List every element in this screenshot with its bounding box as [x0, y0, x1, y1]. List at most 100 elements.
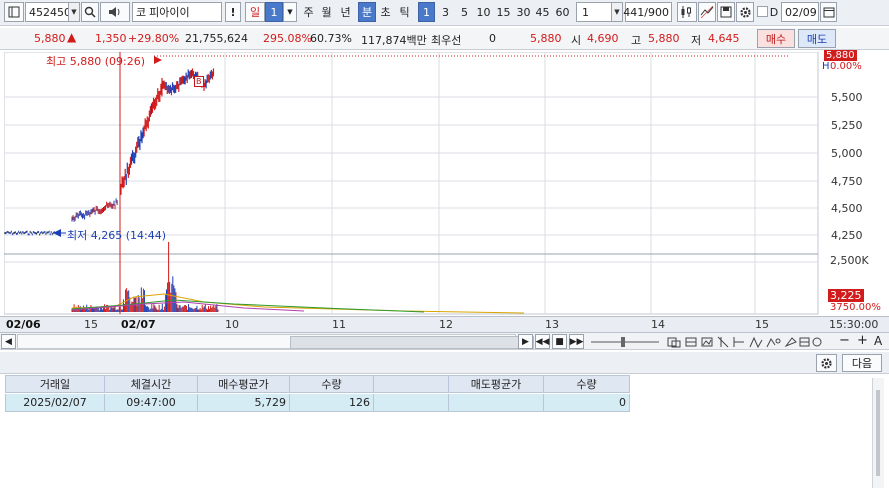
price-tick-5500: 5,500: [831, 91, 863, 104]
chart-scroll-thumb[interactable]: [290, 336, 534, 349]
date-input[interactable]: 02/09: [781, 2, 819, 22]
best-price: 5,880: [530, 32, 562, 45]
date-axis: 02/06 15 02/07 10 11 12 13 14 15 15:30:0…: [0, 316, 889, 333]
zoom-in-icon[interactable]: +: [857, 333, 868, 348]
interval-1-button[interactable]: 1: [418, 2, 435, 22]
sell-button[interactable]: 매도: [798, 29, 836, 48]
volume-tick: 2,500K: [830, 254, 869, 267]
gear-icon[interactable]: [736, 2, 754, 22]
date-label-11: 11: [332, 318, 346, 331]
cell-sell-avg: [449, 394, 544, 412]
interval-45-button[interactable]: 45: [533, 2, 552, 22]
header-exec-time: 체결시간: [105, 375, 198, 393]
interval-60-button[interactable]: 60: [553, 2, 572, 22]
next-button[interactable]: 다음: [842, 354, 882, 372]
chart-scroll-row: ◀ ▶ ◀◀ ■ ▶▶ − + A: [0, 333, 889, 350]
open-value: 4,690: [587, 32, 619, 45]
table-scrollbar[interactable]: [872, 378, 884, 488]
custom-interval-value: 1: [582, 5, 589, 19]
date-label-15b: 15: [755, 318, 769, 331]
date-label-10: 10: [225, 318, 239, 331]
interval-10-button[interactable]: 10: [474, 2, 493, 22]
header-empty: [374, 375, 449, 393]
cell-exec-time: 09:47:00: [105, 394, 198, 412]
high-annotation: 최고 5,880 (09:26): [46, 55, 146, 68]
price-tick-5250: 5,250: [831, 119, 863, 132]
gear-icon[interactable]: [816, 354, 837, 372]
date-label-0206: 02/06: [6, 318, 41, 331]
cell-buy-qty: 126: [290, 394, 374, 412]
chevron-down-icon[interactable]: ▼: [611, 3, 622, 21]
open-label: 시: [571, 34, 582, 47]
period-second-button[interactable]: 초: [377, 2, 394, 22]
turnover-rate: 60.73%: [310, 32, 352, 45]
market-badge: 코: [136, 6, 147, 19]
scroll-left-icon[interactable]: ◀: [1, 334, 16, 349]
fast-forward-icon[interactable]: ▶▶: [569, 334, 584, 349]
date-label-14: 14: [651, 318, 665, 331]
trade-amount: 117,874백만: [361, 34, 427, 47]
stop-icon[interactable]: ■: [552, 334, 567, 349]
volume-rate-tag: 3750.00%: [830, 302, 881, 313]
stock-name: 피아이이: [149, 6, 190, 19]
cell-trade-date: 2025/02/07: [5, 394, 105, 412]
d-checkbox-label: D: [769, 5, 779, 19]
scroll-right-icon[interactable]: ▶: [518, 334, 533, 349]
chart-scrollbar[interactable]: [17, 334, 534, 349]
interval-15-button[interactable]: 15: [494, 2, 513, 22]
volume-box: 3,225: [828, 289, 864, 302]
layout-icon[interactable]: [4, 2, 24, 22]
chart-type-icon[interactable]: [698, 2, 716, 22]
drawing-tools-icon[interactable]: [666, 335, 824, 349]
chevron-down-icon[interactable]: ▼: [283, 2, 297, 22]
chart-toolbar: 452450 ▼ 코 피아이이 ! 일 1 ▼ 주 월 년 분 초 틱 1 3 …: [0, 0, 889, 26]
period-tick-button[interactable]: 틱: [396, 2, 413, 22]
header-sell-qty: 수량: [544, 375, 630, 393]
priority-value: 0: [489, 32, 496, 45]
period-month-button[interactable]: 월: [318, 2, 335, 22]
rate-tag: 0.00%: [830, 61, 862, 72]
interval-5-button[interactable]: 5: [456, 2, 473, 22]
low-label: 저: [691, 34, 702, 47]
bar-count-field[interactable]: 441/900: [623, 2, 672, 22]
text-tool-icon[interactable]: A: [874, 334, 882, 348]
stock-code-input[interactable]: 452450 ▼: [25, 2, 80, 22]
speaker-icon[interactable]: [100, 2, 130, 22]
header-sell-avg: 매도평균가: [449, 375, 544, 393]
date-label-12: 12: [439, 318, 453, 331]
high-label: 고: [631, 34, 642, 47]
period-day-button[interactable]: 일: [245, 2, 265, 22]
arrow-up-icon: ▲: [67, 30, 77, 44]
current-price-box: 5,880: [824, 50, 857, 61]
speed-slider[interactable]: [589, 335, 661, 349]
bar-count-total: /900: [644, 5, 669, 19]
date-label-time: 15:30:00: [829, 318, 879, 331]
header-trade-date: 거래일: [5, 375, 105, 393]
period-week-button[interactable]: 주: [300, 2, 317, 22]
period-day-count[interactable]: 1: [265, 2, 283, 22]
period-minute-button[interactable]: 분: [358, 2, 376, 22]
cell-empty: [374, 394, 449, 412]
interval-3-button[interactable]: 3: [437, 2, 454, 22]
interval-30-button[interactable]: 30: [514, 2, 533, 22]
price-chart[interactable]: 최고 5,880 (09:26) 최저 4,265 (14:44) B 5,88…: [4, 50, 889, 316]
low-annotation: 최저 4,265 (14:44): [67, 229, 167, 242]
table-row[interactable]: 2025/02/07 09:47:00 5,729 126 0: [5, 394, 630, 412]
period-year-button[interactable]: 년: [337, 2, 354, 22]
alert-button[interactable]: !: [225, 2, 241, 22]
custom-interval-select[interactable]: 1 ▼: [576, 2, 623, 22]
cell-buy-avg: 5,729: [198, 394, 290, 412]
d-checkbox[interactable]: [757, 6, 768, 17]
buy-button[interactable]: 매수: [757, 29, 795, 48]
chevron-down-icon[interactable]: ▼: [68, 3, 79, 21]
price-change: 1,350: [95, 32, 127, 45]
stock-name-field[interactable]: 코 피아이이: [132, 2, 222, 22]
table-scroll-thumb[interactable]: [876, 390, 880, 476]
zoom-out-icon[interactable]: −: [839, 333, 850, 348]
save-icon[interactable]: [717, 2, 735, 22]
header-buy-qty: 수량: [290, 375, 374, 393]
search-icon[interactable]: [81, 2, 99, 22]
calendar-icon[interactable]: [820, 2, 837, 22]
candle-icon[interactable]: [677, 2, 697, 22]
rewind-icon[interactable]: ◀◀: [535, 334, 550, 349]
